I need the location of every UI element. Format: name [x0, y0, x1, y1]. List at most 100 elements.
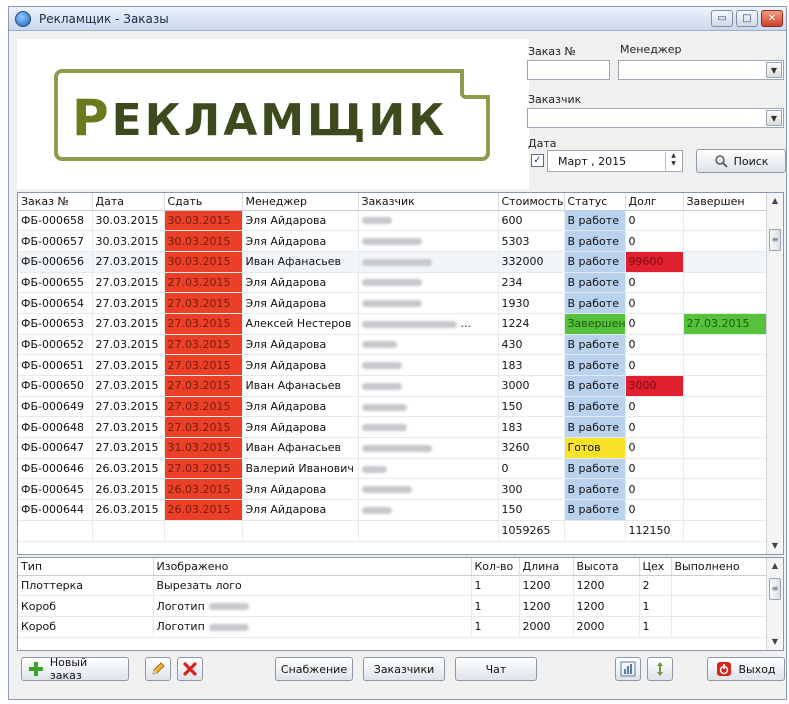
- column-header[interactable]: Длина: [519, 558, 574, 576]
- column-header[interactable]: Заказ №: [18, 193, 93, 211]
- table-row[interactable]: ФБ-000651 27.03.2015 27.03.2015 Эля Айдаров…: [18, 354, 768, 376]
- column-header[interactable]: Стоимость: [498, 193, 565, 211]
- column-header[interactable]: Сдать: [164, 193, 243, 211]
- order-number: ФБ-000652: [18, 334, 93, 356]
- date-filter-checkbox[interactable]: ✓: [531, 154, 544, 167]
- table-row[interactable]: Плоттерка Вырезать лого 1 1200 1200 2: [18, 575, 768, 597]
- table-row[interactable]: ФБ-000658 30.03.2015 30.03.2015 Эля Айдаров…: [18, 210, 768, 232]
- manager-combo[interactable]: ▼: [618, 60, 784, 80]
- order-date: 30.03.2015: [92, 210, 165, 232]
- table-row[interactable]: Короб Логотип 1 2000 2000 1: [18, 616, 768, 638]
- exit-button[interactable]: Выход: [707, 657, 785, 681]
- scroll-up-icon[interactable]: ▲: [767, 193, 783, 209]
- completed-date: [683, 416, 768, 439]
- chat-button[interactable]: Чат: [455, 657, 537, 681]
- cost: 0: [498, 458, 565, 480]
- delete-button[interactable]: [177, 657, 203, 681]
- column-header[interactable]: Цех: [639, 558, 672, 576]
- table-row[interactable]: ФБ-000649 27.03.2015 27.03.2015 Эля Айдаров…: [18, 396, 768, 418]
- column-header[interactable]: Долг: [625, 193, 684, 211]
- manager: Валерий Иванович: [242, 458, 359, 480]
- scroll-thumb[interactable]: ≡: [769, 578, 781, 600]
- item-completed: [671, 616, 768, 638]
- table-row[interactable]: ФБ-000653 27.03.2015 27.03.2015 Алексей Нес…: [18, 313, 768, 335]
- redacted-text: [361, 403, 407, 411]
- cost: 332000: [498, 251, 565, 273]
- column-header[interactable]: Высота: [573, 558, 640, 576]
- table-row[interactable]: ФБ-000648 27.03.2015 27.03.2015 Эля Айдаров…: [18, 416, 768, 439]
- status-badge: В работе: [564, 478, 626, 501]
- orders-scrollbar[interactable]: ▲ ≡ ▼: [766, 193, 783, 554]
- date-spinner[interactable]: ▲ ▼: [665, 152, 681, 170]
- column-header[interactable]: Завершен: [683, 193, 768, 211]
- scroll-up-icon[interactable]: ▲: [767, 558, 783, 574]
- status-badge: В работе: [564, 251, 626, 273]
- table-row[interactable]: ФБ-000646 26.03.2015 27.03.2015 Валерий Ива…: [18, 458, 768, 480]
- item-description: Логотип: [153, 595, 472, 617]
- table-row[interactable]: Короб Логотип 1 1200 1200 1: [18, 595, 768, 617]
- status-badge: В работе: [564, 354, 626, 376]
- minimize-button[interactable]: ▭: [711, 10, 733, 27]
- search-button[interactable]: Поиск: [696, 149, 786, 173]
- debt: 0: [625, 292, 684, 314]
- table-row[interactable]: ФБ-000656 27.03.2015 30.03.2015 Иван Афанас…: [18, 251, 768, 273]
- order-date: 27.03.2015: [92, 375, 165, 397]
- items-header-row: Тип Изображено Кол-во Длина Высота Цех Выполне…: [18, 558, 768, 576]
- due-date: 27.03.2015: [164, 272, 243, 294]
- sort-button[interactable]: [647, 657, 673, 681]
- completed-date: [683, 375, 768, 397]
- completed-date: [683, 396, 768, 418]
- date-picker[interactable]: Март , 2015 ▲ ▼: [547, 150, 683, 172]
- cost: 300: [498, 478, 565, 501]
- logo-wordmark: РЕКЛАМЩИК: [72, 89, 448, 147]
- chevron-down-icon[interactable]: ▼: [766, 62, 782, 78]
- redacted-text: [361, 444, 432, 452]
- table-row[interactable]: ФБ-000655 27.03.2015 27.03.2015 Эля Айдаров…: [18, 272, 768, 294]
- due-date: 30.03.2015: [164, 230, 243, 252]
- table-row[interactable]: ФБ-000650 27.03.2015 27.03.2015 Иван Афанас…: [18, 375, 768, 397]
- plus-icon: [28, 662, 43, 676]
- column-header[interactable]: Заказчик: [358, 193, 499, 211]
- chevron-down-icon[interactable]: ▼: [766, 110, 782, 126]
- debt: 0: [625, 334, 684, 356]
- column-header[interactable]: Статус: [564, 193, 626, 211]
- due-date: 27.03.2015: [164, 354, 243, 376]
- report-button[interactable]: [615, 657, 641, 681]
- status-badge: Завершен: [564, 313, 626, 335]
- customers-button[interactable]: Заказчики: [363, 657, 445, 681]
- customer: [358, 499, 499, 521]
- item-completed: [671, 575, 768, 597]
- status-badge: В работе: [564, 292, 626, 314]
- column-header[interactable]: Дата: [92, 193, 165, 211]
- supply-button[interactable]: Снабжение: [275, 657, 353, 681]
- table-row[interactable]: ФБ-000645 26.03.2015 26.03.2015 Эля Айдаров…: [18, 478, 768, 501]
- table-row[interactable]: ФБ-000657 30.03.2015 30.03.2015 Эля Айдаров…: [18, 230, 768, 252]
- new-order-button[interactable]: Новый заказ: [21, 656, 129, 682]
- table-row[interactable]: ФБ-000654 27.03.2015 27.03.2015 Эля Айдаров…: [18, 292, 768, 314]
- item-description: Логотип: [153, 616, 472, 638]
- column-header[interactable]: Менеджер: [242, 193, 359, 211]
- column-header[interactable]: Выполнено: [671, 558, 768, 576]
- order-no-input[interactable]: [527, 60, 610, 80]
- search-icon: [714, 155, 728, 168]
- edit-button[interactable]: [145, 657, 171, 681]
- redacted-text: [361, 217, 392, 225]
- table-row[interactable]: ФБ-000652 27.03.2015 27.03.2015 Эля Айдаров…: [18, 334, 768, 356]
- table-row[interactable]: ФБ-000647 27.03.2015 31.03.2015 Иван Афанас…: [18, 437, 768, 459]
- column-header[interactable]: Тип: [18, 558, 154, 576]
- customer-combo[interactable]: ▼: [527, 108, 784, 128]
- scroll-thumb[interactable]: ≡: [769, 229, 781, 251]
- redacted-text: [361, 320, 457, 328]
- table-row[interactable]: ФБ-000644 26.03.2015 26.03.2015 Эля Айдаров…: [18, 499, 768, 521]
- scroll-down-icon[interactable]: ▼: [767, 538, 783, 554]
- column-header[interactable]: Изображено: [153, 558, 472, 576]
- column-header[interactable]: Кол-во: [471, 558, 520, 576]
- order-date: 27.03.2015: [92, 334, 165, 356]
- manager: Иван Афанасьев: [242, 251, 359, 273]
- maximize-button[interactable]: □: [736, 10, 758, 27]
- scroll-down-icon[interactable]: ▼: [767, 634, 783, 650]
- item-description: Вырезать лого: [153, 575, 472, 597]
- items-scrollbar[interactable]: ▲ ≡ ▼: [766, 558, 783, 650]
- close-button[interactable]: ✕: [761, 10, 783, 27]
- order-number: ФБ-000648: [18, 416, 93, 439]
